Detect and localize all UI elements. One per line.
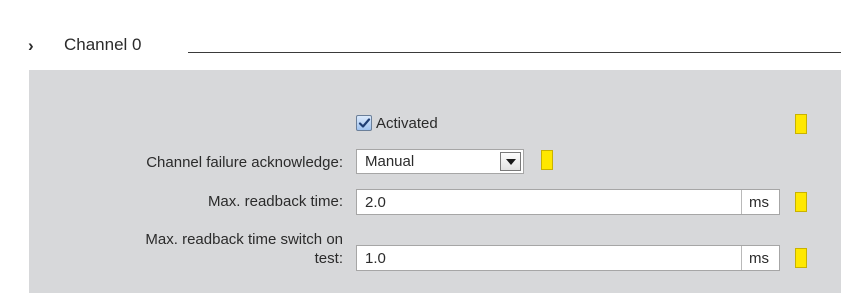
indicator-flag-channel-failure [541,150,553,170]
triangle-down-icon [506,159,516,165]
indicator-flag-max-readback-switch [795,248,807,268]
dropdown-selected-value: Manual [365,153,415,170]
max-readback-switch-label-line2: test: [314,250,343,267]
max-readback-switch-label-line1: Max. readback time switch on [145,231,343,248]
max-readback-switch-field[interactable]: 1.0 ms [356,245,780,271]
max-readback-switch-value: 1.0 [365,250,386,267]
max-readback-time-unit: ms [749,194,769,211]
activated-checkbox[interactable] [356,115,372,131]
dropdown-button[interactable] [500,152,521,171]
max-readback-time-value: 2.0 [365,194,386,211]
channel-parameters-view: › Channel 0 Activated Channel failure ac… [0,0,846,304]
max-readback-switch-unit: ms [749,250,769,267]
section-title: Channel 0 [64,35,142,54]
channel-failure-acknowledge-dropdown[interactable]: Manual [356,149,524,174]
unit-divider [741,246,742,270]
max-readback-time-field[interactable]: 2.0 ms [356,189,780,215]
checkmark-icon [358,118,371,128]
unit-divider [741,190,742,214]
channel-failure-acknowledge-label: Channel failure acknowledge: [146,154,343,171]
section-header[interactable]: › Channel 0 [0,0,846,70]
title-underline-divider [188,52,841,53]
indicator-flag-max-readback [795,192,807,212]
activated-label[interactable]: Activated [376,115,438,132]
max-readback-time-label: Max. readback time: [207,193,343,210]
expand-chevron-icon[interactable]: › [28,35,34,57]
indicator-flag-activated [795,114,807,134]
activated-checkbox-row[interactable]: Activated [356,112,438,134]
